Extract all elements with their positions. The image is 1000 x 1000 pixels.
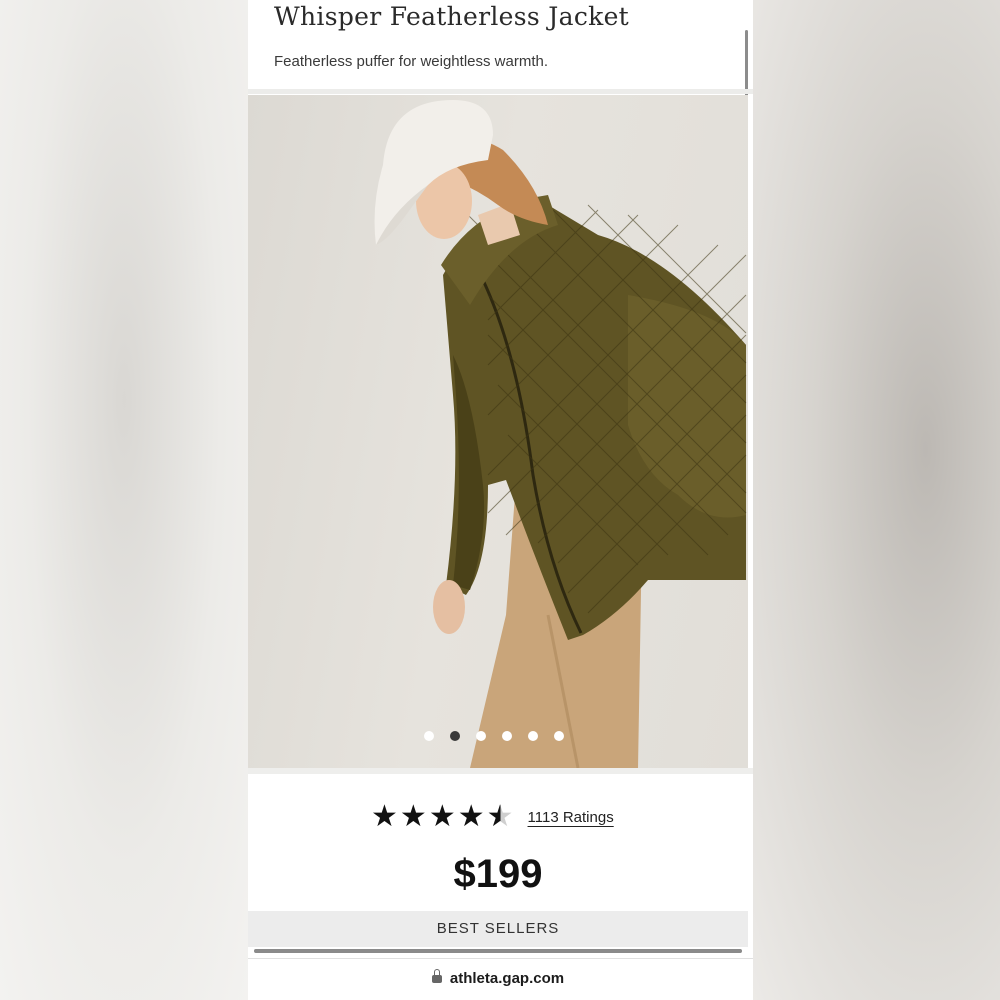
product-image[interactable] — [248, 95, 748, 768]
background-blur-right — [752, 0, 1000, 1000]
star-icon: ★ — [428, 799, 456, 834]
best-sellers-tab[interactable]: BEST SELLERS — [248, 911, 748, 947]
carousel-dot[interactable] — [528, 731, 538, 741]
product-photo-illustration — [374, 100, 747, 768]
scroll-indicator-fill — [254, 949, 742, 953]
carousel-dot[interactable] — [476, 731, 486, 741]
lock-icon — [431, 969, 442, 983]
star-icon: ★ — [371, 799, 398, 834]
carousel-dots — [424, 731, 564, 741]
half-star-icon: ★ — [486, 799, 514, 834]
address-bar[interactable]: athleta.gap.com — [248, 969, 748, 987]
product-price: $199 — [453, 852, 543, 896]
product-subtitle: Featherless puffer for weightless warmth… — [274, 53, 549, 70]
star-rating: ★ ★ ★ ★ ★ — [371, 801, 514, 833]
carousel-dot[interactable] — [554, 731, 564, 741]
mobile-page: Whisper Featherless Jacket Featherless p… — [248, 0, 753, 1000]
divider — [248, 89, 753, 94]
star-icon: ★ — [457, 799, 485, 834]
horizontal-scroll-indicator — [254, 949, 742, 953]
product-rating: ★ ★ ★ ★ ★ 1113 Ratings — [371, 801, 614, 833]
carousel-dot[interactable] — [502, 731, 512, 741]
carousel-dot-active[interactable] — [450, 731, 460, 741]
ratings-link[interactable]: 1113 Ratings — [528, 809, 614, 826]
product-title: Whisper Featherless Jacket — [274, 2, 630, 31]
star-icon: ★ — [399, 799, 427, 834]
background-blur-left — [0, 0, 248, 1000]
carousel-dot[interactable] — [424, 731, 434, 741]
url-text: athleta.gap.com — [449, 970, 565, 987]
divider — [248, 958, 753, 959]
divider — [248, 768, 753, 774]
